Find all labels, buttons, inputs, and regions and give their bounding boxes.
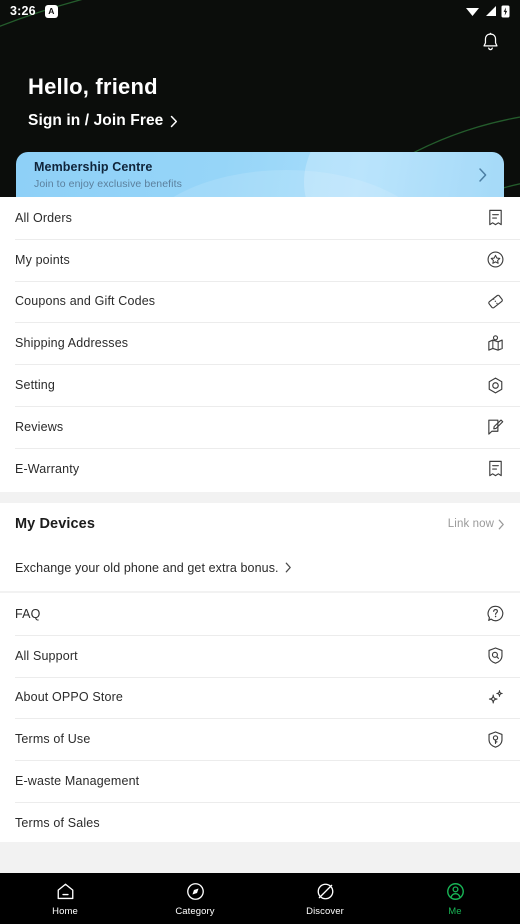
menu-row-setting[interactable]: Setting xyxy=(0,364,520,406)
menu-row-e-waste-management[interactable]: E-waste Management xyxy=(0,760,520,802)
nav-label: Category xyxy=(175,906,215,917)
my-devices-section: My Devices Link now Exchange your old ph… xyxy=(0,503,520,591)
status-bar-icons xyxy=(465,5,510,18)
menu-row-my-points[interactable]: My points xyxy=(0,238,520,281)
menu-label: Reviews xyxy=(15,419,64,434)
menu-label: E-waste Management xyxy=(15,774,140,789)
menu-label: E-Warranty xyxy=(15,461,80,476)
menu-label: FAQ xyxy=(15,606,41,621)
nav-item-category[interactable]: Category xyxy=(130,880,260,917)
my-devices-title: My Devices xyxy=(15,516,95,532)
nav-item-me[interactable]: Me xyxy=(390,880,520,917)
warranty-receipt-icon xyxy=(485,459,505,479)
page-title: Hello, friend xyxy=(28,74,158,99)
support-menu-list: FAQ All Support About OPPO Store Terms o… xyxy=(0,593,520,842)
shield-search-icon xyxy=(485,646,505,666)
wifi-icon xyxy=(466,8,479,16)
chevron-right-icon xyxy=(285,562,291,573)
menu-label: My points xyxy=(15,252,70,267)
nav-label: Home xyxy=(52,906,78,917)
sparkles-icon xyxy=(485,687,505,707)
menu-row-e-warranty[interactable]: E-Warranty xyxy=(0,447,520,490)
question-bubble-icon xyxy=(485,604,505,624)
menu-label: Terms of Sales xyxy=(15,815,100,830)
nav-label: Me xyxy=(448,906,462,917)
chevron-right-icon xyxy=(498,519,504,529)
menu-row-shipping-addresses[interactable]: Shipping Addresses xyxy=(0,322,520,364)
no-icon xyxy=(485,813,505,833)
menu-label: All Support xyxy=(15,648,78,663)
menu-row-terms-of-use[interactable]: Terms of Use xyxy=(0,718,520,760)
bell-icon xyxy=(482,32,498,51)
nav-label: Discover xyxy=(306,906,344,917)
menu-row-coupons-and-gift-codes[interactable]: Coupons and Gift Codes xyxy=(0,280,520,323)
nav-item-discover[interactable]: Discover xyxy=(260,880,390,917)
menu-label: All Orders xyxy=(15,210,73,225)
map-location-icon xyxy=(485,333,505,353)
menu-label: Shipping Addresses xyxy=(15,336,129,351)
cellular-signal-icon xyxy=(486,6,496,16)
membership-card-subtitle: Join to enjoy exclusive benefits xyxy=(34,178,182,190)
membership-card-title: Membership Centre xyxy=(34,160,153,174)
account-menu-list: All Orders My points Coupons and Gift Co… xyxy=(0,197,520,492)
menu-label: Terms of Use xyxy=(15,732,91,747)
menu-row-all-support[interactable]: All Support xyxy=(0,634,520,677)
menu-row-reviews[interactable]: Reviews xyxy=(0,405,520,448)
menu-row-about-oppo-store[interactable]: About OPPO Store xyxy=(0,676,520,719)
exchange-phone-row[interactable]: Exchange your old phone and get extra bo… xyxy=(0,545,520,590)
menu-label: Setting xyxy=(15,378,55,393)
compass-icon xyxy=(184,880,206,902)
notifications-button[interactable] xyxy=(476,28,504,56)
receipt-icon xyxy=(485,208,505,228)
no-icon xyxy=(485,771,505,791)
chevron-right-icon xyxy=(479,168,487,182)
menu-row-terms-of-sales[interactable]: Terms of Sales xyxy=(0,801,520,844)
gear-hexagon-icon xyxy=(485,375,505,395)
chevron-right-icon xyxy=(171,115,178,127)
battery-charging-icon xyxy=(501,5,510,17)
status-bar-time: 3:26 xyxy=(10,4,36,18)
edit-review-icon xyxy=(485,417,505,437)
link-now-button[interactable]: Link now xyxy=(448,518,505,530)
coupon-icon xyxy=(485,291,505,311)
membership-card-chevron xyxy=(478,167,488,188)
sign-in-button[interactable]: Sign in / Join Free xyxy=(28,112,178,130)
link-now-label: Link now xyxy=(447,518,494,530)
planet-icon xyxy=(314,880,336,902)
account-screen: 3:26 A Hello, friend Sign in / Join Free… xyxy=(0,0,520,924)
membership-card-text: Membership Centre Join to enjoy exclusiv… xyxy=(34,160,182,190)
exchange-phone-label: Exchange your old phone and get extra bo… xyxy=(15,560,279,575)
bottom-navigation: Home Category Discover Me xyxy=(0,873,520,924)
menu-row-all-orders[interactable]: All Orders xyxy=(0,197,520,239)
status-bar-app-badge: A xyxy=(44,4,58,18)
menu-label: Coupons and Gift Codes xyxy=(15,294,156,309)
person-circle-icon xyxy=(444,880,466,902)
my-devices-header: My Devices Link now xyxy=(0,503,520,545)
nav-item-home[interactable]: Home xyxy=(0,880,130,917)
status-bar: 3:26 A xyxy=(0,0,520,22)
home-icon xyxy=(54,880,76,902)
menu-row-faq[interactable]: FAQ xyxy=(0,593,520,635)
menu-label: About OPPO Store xyxy=(15,690,124,705)
star-circle-icon xyxy=(485,250,505,270)
shield-key-icon xyxy=(485,729,505,749)
sign-in-label: Sign in / Join Free xyxy=(28,112,164,129)
